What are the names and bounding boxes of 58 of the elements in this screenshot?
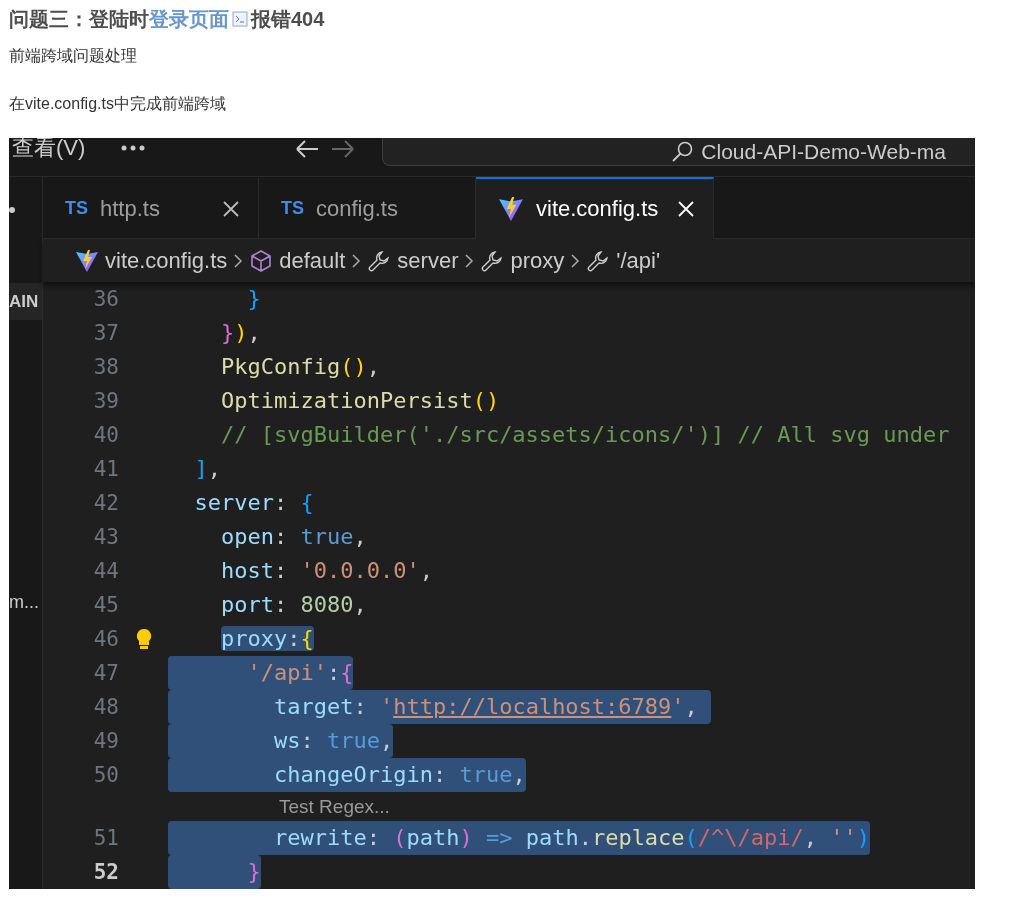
search-field[interactable]: Cloud-API-Demo-Web-ma bbox=[382, 138, 975, 166]
line-number: 48 bbox=[92, 695, 119, 719]
code-line: open: true, bbox=[219, 523, 367, 551]
line-number: 44 bbox=[92, 559, 119, 583]
forward-arrow-icon[interactable] bbox=[330, 138, 357, 160]
wrench-icon bbox=[480, 248, 505, 273]
code-line: ], bbox=[193, 455, 221, 483]
breadcrumb-item[interactable]: proxy bbox=[510, 247, 565, 274]
code-line: OptimizationPersist() bbox=[219, 387, 500, 415]
line-number: 42 bbox=[92, 491, 119, 515]
chevron-icon bbox=[464, 252, 475, 269]
chevron-icon bbox=[233, 252, 244, 269]
line-number: 50 bbox=[92, 763, 119, 787]
editor-tab[interactable]: vite.config.ts bbox=[476, 177, 714, 239]
paragraph: 在vite.config.ts中完成前端跨域 bbox=[9, 94, 227, 114]
code-line: }), bbox=[219, 319, 261, 347]
code-line: host: '0.0.0.0', bbox=[219, 557, 433, 585]
line-number: 36 bbox=[92, 287, 119, 311]
close-icon[interactable] bbox=[222, 199, 240, 218]
code-line: // [svgBuilder('./src/assets/icons/')] // All svg under bbox=[219, 421, 950, 449]
breadcrumb-item[interactable]: '/api' bbox=[616, 247, 661, 274]
breadcrumb-item[interactable]: default bbox=[279, 247, 346, 274]
code-line: server: { bbox=[193, 489, 314, 517]
panel-item[interactable]: m... bbox=[9, 592, 42, 613]
line-number: 51 bbox=[92, 826, 119, 850]
line-number: 37 bbox=[92, 321, 119, 345]
code-line: port: 8080, bbox=[219, 591, 367, 619]
line-number: 39 bbox=[92, 389, 119, 413]
line-number: 45 bbox=[92, 593, 119, 617]
line-number: 41 bbox=[92, 457, 119, 481]
code-line: PkgConfig(), bbox=[219, 353, 380, 381]
line-number: 46 bbox=[92, 627, 119, 651]
code-line: } bbox=[246, 285, 261, 313]
chevron-icon bbox=[351, 252, 362, 269]
codelens-link[interactable]: Test Regex... bbox=[279, 795, 390, 818]
chevron-icon bbox=[570, 252, 581, 269]
line-number: 47 bbox=[92, 661, 119, 685]
breadcrumb-item[interactable]: vite.config.ts bbox=[105, 247, 228, 274]
dot-icon bbox=[9, 207, 15, 213]
heading-text: 问题三：登陆时 bbox=[9, 7, 149, 32]
wrench-icon bbox=[367, 248, 392, 273]
back-arrow-icon[interactable] bbox=[294, 138, 321, 160]
line-number: 38 bbox=[92, 355, 119, 379]
lightning-triangle-icon bbox=[498, 196, 524, 222]
line-number: 40 bbox=[92, 423, 119, 447]
search-icon bbox=[671, 140, 694, 163]
lightning-triangle-icon bbox=[75, 248, 99, 273]
heading-text: 报错404 bbox=[251, 7, 325, 32]
terminal-icon bbox=[232, 11, 248, 27]
breadcrumb-item[interactable]: server bbox=[397, 247, 459, 274]
more-icon[interactable] bbox=[120, 144, 147, 152]
wrench-icon bbox=[586, 248, 611, 273]
paragraph: 前端跨域问题处理 bbox=[9, 46, 138, 66]
line-number: 52 bbox=[92, 860, 119, 884]
panel-header: AIN bbox=[9, 283, 42, 320]
line-number: 49 bbox=[92, 729, 119, 753]
line-number: 43 bbox=[92, 525, 119, 549]
cube-icon bbox=[249, 248, 274, 273]
